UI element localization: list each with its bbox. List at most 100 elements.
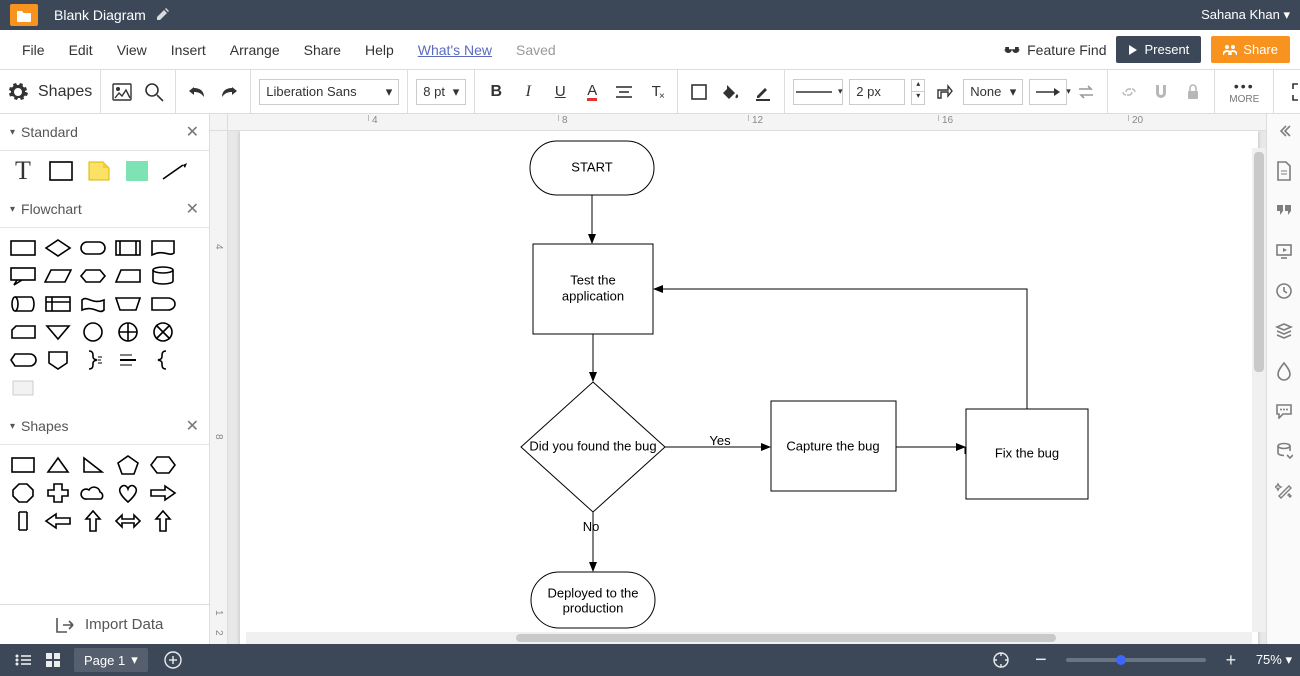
fc-hex[interactable] — [78, 264, 108, 288]
link-icon[interactable] — [1116, 79, 1142, 105]
bs-arrow-lr[interactable] — [113, 509, 143, 533]
underline-icon[interactable]: U — [547, 79, 573, 105]
fc-data[interactable] — [43, 264, 73, 288]
menu-share[interactable]: Share — [292, 38, 353, 62]
fc-display[interactable] — [8, 348, 38, 372]
menu-insert[interactable]: Insert — [159, 38, 218, 62]
fc-connector[interactable] — [78, 320, 108, 344]
bs-cross[interactable] — [43, 481, 73, 505]
menu-view[interactable]: View — [105, 38, 159, 62]
bs-arrow-left[interactable] — [43, 509, 73, 533]
fc-offpage[interactable] — [43, 348, 73, 372]
magic-icon[interactable] — [1273, 480, 1295, 502]
bs-arrow-up[interactable] — [78, 509, 108, 533]
fc-merge[interactable] — [43, 320, 73, 344]
bs-bracket[interactable] — [8, 509, 38, 533]
close-icon[interactable]: ✕ — [186, 199, 199, 219]
fc-brace-l[interactable] — [148, 348, 178, 372]
app-logo-icon[interactable] — [10, 4, 38, 26]
zoom-slider[interactable] — [1066, 658, 1206, 662]
list-view-icon[interactable] — [8, 648, 38, 672]
fc-manual[interactable] — [113, 292, 143, 316]
line-width-select[interactable]: 2 px — [849, 79, 905, 105]
present-button[interactable]: Present — [1116, 36, 1201, 63]
fc-internal[interactable] — [43, 292, 73, 316]
menu-whats-new[interactable]: What's New — [406, 38, 504, 62]
bs-arrow-right[interactable] — [148, 481, 178, 505]
add-page-icon[interactable] — [158, 648, 188, 672]
history-icon[interactable] — [1273, 280, 1295, 302]
panel-header-standard[interactable]: ▾ Standard ✕ — [0, 114, 209, 151]
redo-icon[interactable] — [216, 79, 242, 105]
vertical-scrollbar[interactable] — [1252, 148, 1266, 632]
fc-decision[interactable] — [43, 236, 73, 260]
fc-para[interactable] — [113, 264, 143, 288]
bs-right-tri[interactable] — [78, 453, 108, 477]
bs-cloud[interactable] — [78, 481, 108, 505]
fc-delay[interactable] — [148, 292, 178, 316]
shape-note[interactable] — [84, 159, 114, 183]
line-style-select[interactable]: ▾ — [793, 79, 843, 105]
italic-icon[interactable]: I — [515, 79, 541, 105]
bs-octagon[interactable] — [8, 481, 38, 505]
canvas-viewport[interactable]: START Test the application Did you found… — [228, 131, 1266, 644]
zoom-value[interactable]: 75% ▾ — [1256, 652, 1292, 668]
fc-cylinder-h[interactable] — [8, 292, 38, 316]
zoom-out-icon[interactable]: − — [1026, 648, 1056, 672]
target-icon[interactable] — [986, 648, 1016, 672]
drop-icon[interactable] — [1273, 360, 1295, 382]
gear-icon[interactable] — [8, 82, 28, 102]
magnet-icon[interactable] — [1148, 79, 1174, 105]
line-width-stepper[interactable]: ▴▾ — [911, 79, 925, 105]
layers-icon[interactable] — [1273, 320, 1295, 342]
fullscreen-icon[interactable] — [1288, 79, 1300, 105]
menu-edit[interactable]: Edit — [57, 38, 105, 62]
swap-ends-icon[interactable] — [1073, 79, 1099, 105]
document-page[interactable]: START Test the application Did you found… — [240, 131, 1258, 644]
panel-header-flowchart[interactable]: ▾ Flowchart ✕ — [0, 191, 209, 228]
shape-rect[interactable] — [46, 159, 76, 183]
align-icon[interactable] — [611, 79, 637, 105]
fc-tape[interactable] — [78, 292, 108, 316]
insert-image-icon[interactable] — [109, 79, 135, 105]
zoom-in-icon[interactable]: + — [1216, 648, 1246, 672]
bs-pentagon[interactable] — [113, 453, 143, 477]
presentation-icon[interactable] — [1273, 240, 1295, 262]
menu-help[interactable]: Help — [353, 38, 406, 62]
fc-document[interactable] — [148, 236, 178, 260]
menu-arrange[interactable]: Arrange — [218, 38, 292, 62]
bs-arrow-up2[interactable] — [148, 509, 178, 533]
chat-icon[interactable] — [1273, 400, 1295, 422]
arrow-style-select[interactable]: ▾ — [1029, 79, 1067, 105]
font-size-select[interactable]: 8 pt▾ — [416, 79, 466, 105]
bucket-fill-icon[interactable] — [718, 79, 744, 105]
undo-icon[interactable] — [184, 79, 210, 105]
scrollbar-thumb[interactable] — [516, 634, 1056, 642]
close-icon[interactable]: ✕ — [186, 416, 199, 436]
fc-swatch[interactable] — [8, 376, 38, 400]
menu-file[interactable]: File — [10, 38, 57, 62]
feature-find[interactable]: Feature Find — [1003, 42, 1106, 58]
fc-or[interactable] — [148, 320, 178, 344]
bs-triangle[interactable] — [43, 453, 73, 477]
import-data-button[interactable]: Import Data — [0, 604, 209, 644]
panel-header-shapes[interactable]: ▾ Shapes ✕ — [0, 408, 209, 445]
fc-brace-r[interactable] — [78, 348, 108, 372]
shape-block[interactable] — [122, 159, 152, 183]
comment-icon[interactable] — [1273, 200, 1295, 222]
clear-format-icon[interactable]: T× — [643, 79, 669, 105]
lock-icon[interactable] — [1180, 79, 1206, 105]
grid-view-icon[interactable] — [38, 648, 68, 672]
zoom-thumb[interactable] — [1116, 655, 1126, 665]
data-link-icon[interactable] — [1273, 440, 1295, 462]
scrollbar-thumb[interactable] — [1254, 152, 1264, 372]
line-end-none-select[interactable]: None▾ — [963, 79, 1023, 105]
fc-terminator[interactable] — [78, 236, 108, 260]
line-color-icon[interactable] — [750, 79, 776, 105]
toolbar-more[interactable]: ••• MORE — [1215, 78, 1273, 105]
collapse-dock-icon[interactable] — [1273, 120, 1295, 142]
bs-hexagon[interactable] — [148, 453, 178, 477]
fc-process[interactable] — [8, 236, 38, 260]
edge-fix-test[interactable] — [654, 289, 1027, 409]
share-button[interactable]: Share — [1211, 36, 1290, 63]
